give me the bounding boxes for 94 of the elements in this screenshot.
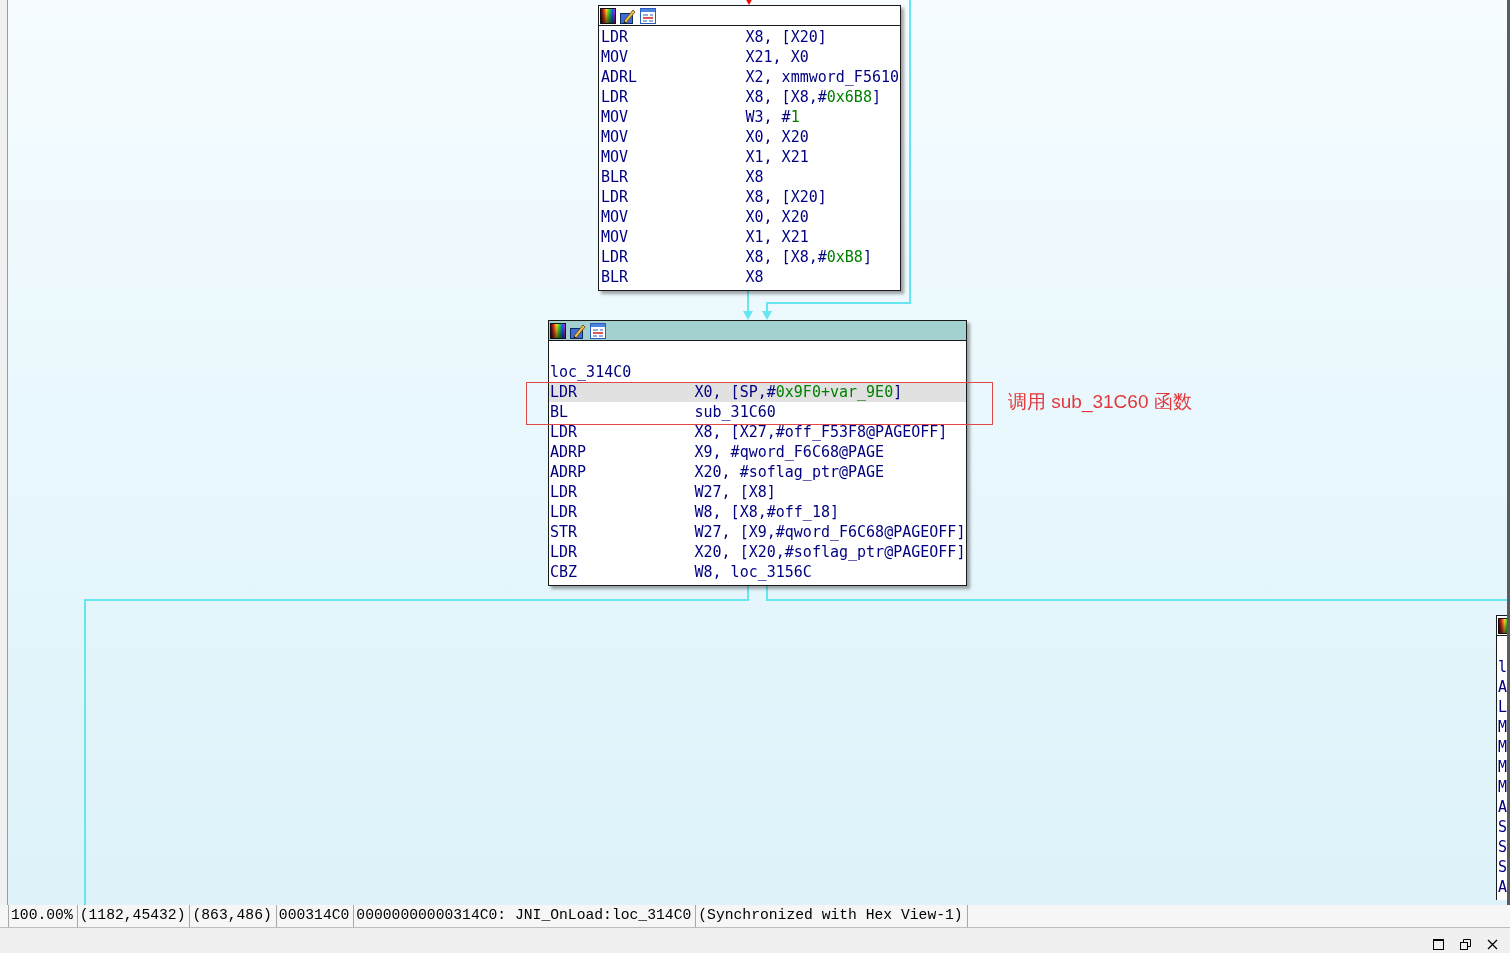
code-line[interactable]: S (1497, 857, 1507, 877)
operand-text: W8, loc_3156C (694, 562, 812, 582)
code-line[interactable]: LDR X20, [X20,#soflag_ptr@PAGEOFF] (549, 542, 966, 562)
operand-text: X8, [X8,#0xB8] (745, 247, 872, 267)
code-line[interactable]: MOV X0, X20 (599, 207, 900, 227)
operand-text: X20, #soflag_ptr@PAGE (694, 462, 885, 482)
mnemonic-text: BLR (601, 167, 630, 187)
mnemonic-text: MOV (601, 227, 630, 247)
mnemonic-text: MOV (601, 147, 630, 167)
operand-text: X2, xmmword_F5610 (745, 67, 899, 87)
annotation-text: 调用 sub_31C60 函数 (1008, 390, 1192, 414)
mnemonic-text: ADRL (601, 67, 639, 87)
palette-icon[interactable] (550, 322, 566, 339)
code-line[interactable]: MOV X1, X21 (599, 227, 900, 247)
pencil-icon[interactable] (620, 7, 636, 24)
mnemonic-text: BLR (601, 267, 630, 287)
node-title-bar[interactable] (599, 6, 900, 26)
code-line[interactable]: ADRP X9, #qword_F6C68@PAGE (549, 442, 966, 462)
operand-text: X21, X0 (745, 47, 809, 67)
code-line[interactable]: l (1497, 657, 1507, 677)
operand-text: X8, [X20] (745, 187, 827, 207)
list-window-icon[interactable] (590, 322, 606, 339)
code-line[interactable]: BL sub_31C60 (549, 402, 966, 422)
maximize-icon[interactable] (1433, 939, 1444, 950)
mnemonic-text: BL (550, 402, 570, 422)
operand-text: X0, X20 (745, 207, 809, 227)
operand-text: X8 (745, 267, 764, 287)
code-line[interactable]: LDR X8, [X20] (599, 187, 900, 207)
code-line[interactable]: ADRL X2, xmmword_F5610 (599, 67, 900, 87)
mnemonic-text: MOV (601, 107, 630, 127)
mnemonic-text: MOV (601, 127, 630, 147)
code-line[interactable]: BLR X8 (599, 167, 900, 187)
code-line[interactable]: MOV X21, X0 (599, 47, 900, 67)
operand-text: X1, X21 (745, 227, 809, 247)
operand-text: X0, X20 (745, 127, 809, 147)
code-line[interactable]: M (1497, 777, 1507, 797)
mnemonic-text: LDR (550, 482, 579, 502)
operand-text: X1, X21 (745, 147, 809, 167)
operand-text: X8, [X8,#0x6B8] (745, 87, 881, 107)
code-line[interactable]: S (1497, 837, 1507, 857)
code-line[interactable]: LDR X8, [X8,#0x6B8] (599, 87, 900, 107)
code-line[interactable]: S (1497, 817, 1507, 837)
operand-text: X8, [X27,#off_F53F8@PAGEOFF] (694, 422, 948, 442)
operand-text: X8 (745, 167, 764, 187)
list-window-icon[interactable] (640, 7, 656, 24)
operand-text: X9, #qword_F6C68@PAGE (694, 442, 885, 462)
code-line[interactable]: ADRP X20, #soflag_ptr@PAGE (549, 462, 966, 482)
code-line[interactable]: CBZ W8, loc_3156C (549, 562, 966, 582)
mnemonic-text: ADRP (550, 462, 588, 482)
mnemonic-text: LDR (550, 422, 579, 442)
palette-icon[interactable] (600, 7, 616, 24)
operand-text: sub_31C60 (694, 402, 776, 422)
location-label: loc_314C0 (550, 362, 632, 382)
mnemonic-text: LDR (601, 187, 630, 207)
node-title-bar[interactable] (549, 321, 966, 341)
operand-text: W27, [X8] (694, 482, 776, 502)
code-line[interactable]: BLR X8 (599, 267, 900, 287)
mnemonic-text: LDR (601, 87, 630, 107)
code-line[interactable]: M (1497, 757, 1507, 777)
code-line[interactable]: M (1497, 737, 1507, 757)
mnemonic-text: MOV (601, 47, 630, 67)
operand-text: X0, [SP,#0x9F0+var_9E0] (694, 382, 903, 402)
mnemonic-text: LDR (550, 382, 579, 402)
code-line[interactable]: A (1497, 677, 1507, 697)
restore-icon[interactable] (1460, 939, 1471, 950)
code-line[interactable]: LDR X8, [X27,#off_F53F8@PAGEOFF] (549, 422, 966, 442)
operand-text: W8, [X8,#off_18] (694, 502, 839, 522)
mnemonic-text: CBZ (550, 562, 579, 582)
code-line[interactable]: loc_314C0 (549, 362, 966, 382)
code-line[interactable]: MOV W3, #1 (599, 107, 900, 127)
code-line[interactable]: LDR X8, [X20] (599, 27, 900, 47)
code-line[interactable]: LDR W8, [X8,#off_18] (549, 502, 966, 522)
operand-text: W27, [X9,#qword_F6C68@PAGEOFF] (694, 522, 966, 542)
code-line[interactable]: A (1497, 877, 1507, 897)
operand-text: X8, [X20] (745, 27, 827, 47)
mnemonic-text: LDR (601, 247, 630, 267)
code-line[interactable]: LDR X8, [X8,#0xB8] (599, 247, 900, 267)
code-line[interactable]: MOV X1, X21 (599, 147, 900, 167)
code-line[interactable]: MOV X0, X20 (599, 127, 900, 147)
mnemonic-text: MOV (601, 207, 630, 227)
mnemonic-text: LDR (550, 502, 579, 522)
code-line[interactable]: M (1497, 717, 1507, 737)
code-line[interactable]: A (1497, 797, 1507, 817)
pencil-icon[interactable] (570, 322, 586, 339)
code-line[interactable]: LDR W27, [X8] (549, 482, 966, 502)
mnemonic-text: LDR (550, 542, 579, 562)
operand-text: X20, [X20,#soflag_ptr@PAGEOFF] (694, 542, 966, 562)
mnemonic-text: LDR (601, 27, 630, 47)
mnemonic-text: ADRP (550, 442, 588, 462)
code-line[interactable]: L (1497, 697, 1507, 717)
code-line[interactable]: STR W27, [X9,#qword_F6C68@PAGEOFF] (549, 522, 966, 542)
mnemonic-text: STR (550, 522, 579, 542)
operand-text: W3, #1 (745, 107, 800, 127)
close-icon[interactable] (1487, 939, 1498, 950)
